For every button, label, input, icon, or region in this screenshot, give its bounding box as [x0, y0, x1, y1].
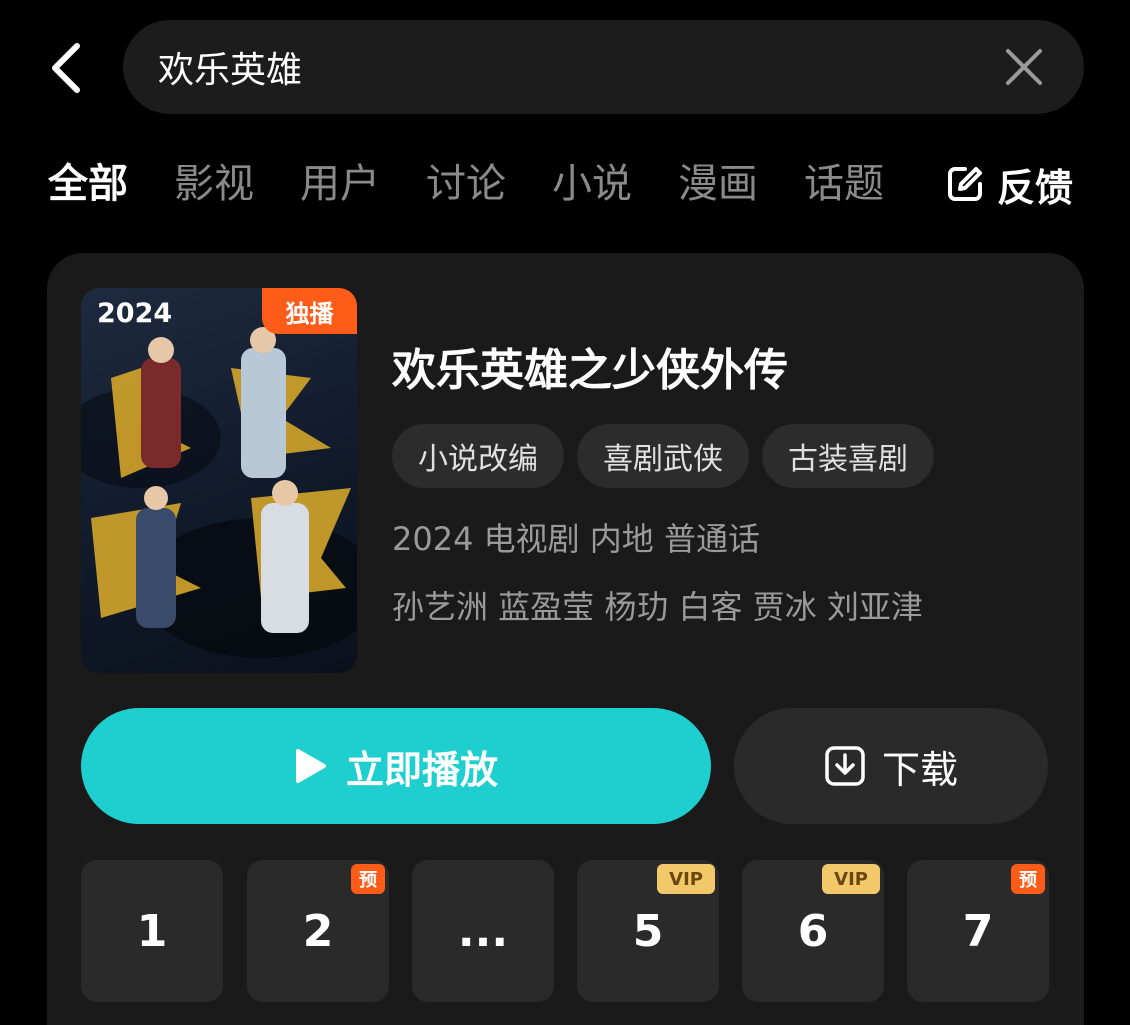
episode-number: 6 [797, 905, 829, 957]
feedback-button[interactable]: 反馈 [945, 152, 1073, 216]
episode-button-more[interactable]: ... [412, 860, 554, 1002]
vip-badge: VIP [657, 864, 715, 894]
show-meta-info: 2024 电视剧 内地 普通话 [392, 520, 760, 558]
episode-button-1[interactable]: 1 [81, 860, 223, 1002]
back-button[interactable] [30, 30, 100, 106]
poster-artwork [81, 327, 357, 658]
clear-search-button[interactable] [984, 27, 1064, 107]
feedback-label: 反馈 [997, 165, 1074, 210]
preview-badge: 预 [351, 864, 385, 894]
edit-icon [948, 167, 982, 201]
tag-item[interactable]: 喜剧武侠 [577, 424, 749, 488]
tab-discussion[interactable]: 讨论 [426, 152, 506, 216]
download-label: 下载 [881, 747, 958, 792]
tab-video[interactable]: 影视 [174, 152, 254, 216]
episode-number: ... [457, 905, 509, 957]
tabs-fade-overlay [880, 145, 940, 225]
download-icon [825, 746, 865, 786]
episode-button-7[interactable]: 7 预 [907, 860, 1049, 1002]
play-icon [295, 749, 326, 783]
episode-button-5[interactable]: 5 VIP [577, 860, 719, 1002]
episode-number: 1 [136, 905, 168, 957]
category-tabs: 全部 影视 用户 讨论 小说 漫画 话题 [48, 152, 918, 216]
episode-number: 2 [302, 905, 334, 957]
tab-all[interactable]: 全部 [48, 152, 128, 216]
episode-button-6[interactable]: 6 VIP [742, 860, 884, 1002]
play-now-label: 立即播放 [345, 747, 498, 792]
play-now-button[interactable]: 立即播放 [81, 708, 711, 824]
tag-list: 小说改编 喜剧武侠 古装喜剧 [392, 424, 947, 488]
episode-button-2[interactable]: 2 预 [247, 860, 389, 1002]
tag-item[interactable]: 小说改编 [392, 424, 564, 488]
search-bar [123, 20, 1084, 114]
exclusive-badge: 独播 [262, 288, 357, 334]
close-icon [1006, 49, 1042, 85]
tab-topics[interactable]: 话题 [804, 152, 884, 216]
vip-badge: VIP [822, 864, 880, 894]
tab-novel[interactable]: 小说 [552, 152, 632, 216]
episode-number: 5 [632, 905, 664, 957]
episode-number: 7 [962, 905, 994, 957]
search-results-page: 全部影视用户讨论小说漫画话题 反馈 2024 独播 欢乐英 [0, 0, 1130, 1025]
tag-item[interactable]: 古装喜剧 [762, 424, 934, 488]
tab-users[interactable]: 用户 [300, 152, 380, 216]
tab-comics[interactable]: 漫画 [678, 152, 758, 216]
download-button[interactable]: 下载 [734, 708, 1048, 824]
chevron-left-icon [52, 43, 80, 93]
show-cast: 孙艺洲 蓝盈莹 杨玏 白客 贾冰 刘亚津 [392, 588, 923, 626]
search-input[interactable] [123, 20, 984, 114]
show-title[interactable]: 欢乐英雄之少侠外传 [392, 334, 788, 398]
show-poster[interactable]: 2024 独播 [81, 288, 357, 673]
preview-badge: 预 [1011, 864, 1045, 894]
poster-year: 2024 [97, 298, 173, 329]
